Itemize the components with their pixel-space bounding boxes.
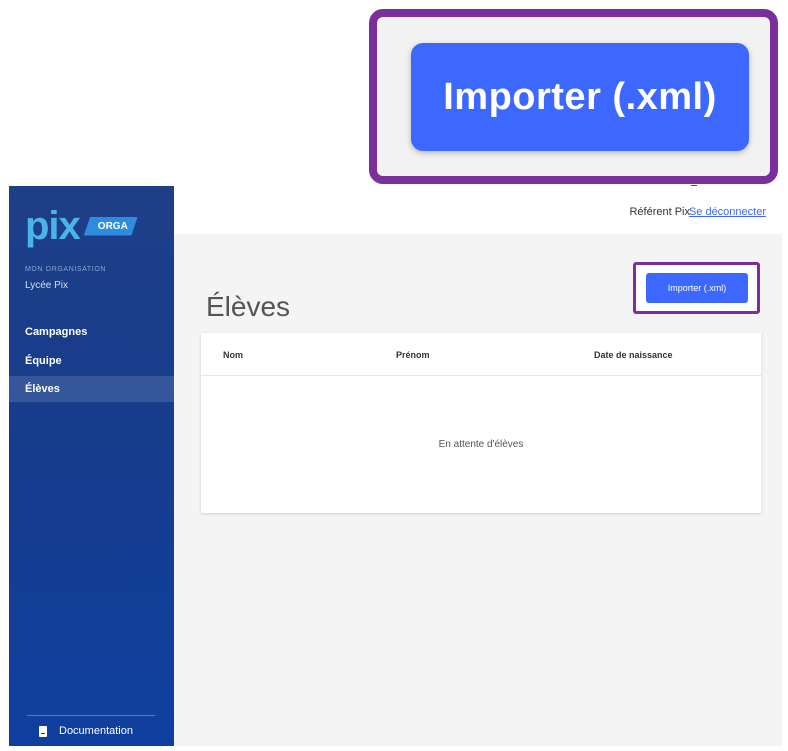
organization-name: Lycée Pix — [25, 280, 68, 291]
documentation-label: Documentation — [59, 725, 133, 737]
students-table: Nom Prénom Date de naissance En attente … — [201, 333, 761, 513]
column-header-nom: Nom — [223, 350, 243, 360]
import-button-highlight: Importer (.xml) — [633, 262, 760, 314]
sidebar-divider — [27, 715, 155, 716]
logout-link[interactable]: Se déconnecter — [689, 206, 766, 218]
user-name: Référent Pix — [629, 206, 690, 218]
sidebar-item-equipe[interactable]: Équipe — [9, 348, 174, 374]
logo-badge: ORGA — [83, 216, 138, 236]
zoom-callout: Importer (.xml) — [369, 9, 778, 184]
import-xml-button[interactable]: Importer (.xml) — [646, 273, 748, 303]
documentation-link[interactable]: Documentation — [39, 725, 133, 737]
table-header: Nom Prénom Date de naissance — [201, 333, 761, 376]
organization-label: MON ORGANISATION — [25, 266, 107, 273]
zoomed-import-button[interactable]: Importer (.xml) — [411, 43, 749, 151]
book-icon — [39, 725, 47, 737]
logo-text: pix — [25, 204, 81, 248]
top-bar: Référent Pix Se déconnecter — [174, 186, 782, 234]
column-header-date-de-naissance: Date de naissance — [594, 350, 673, 360]
sidebar: pix ORGA MON ORGANISATION Lycée Pix Camp… — [9, 186, 174, 746]
app-window: pix ORGA MON ORGANISATION Lycée Pix Camp… — [9, 186, 782, 746]
pix-orga-logo[interactable]: pix ORGA — [25, 206, 138, 246]
column-header-prenom: Prénom — [396, 350, 430, 360]
sidebar-item-eleves[interactable]: Élèves — [9, 376, 174, 402]
empty-state-message: En attente d'élèves — [438, 439, 524, 450]
sidebar-item-campagnes[interactable]: Campagnes — [9, 319, 174, 345]
page-title: Élèves — [206, 290, 291, 322]
